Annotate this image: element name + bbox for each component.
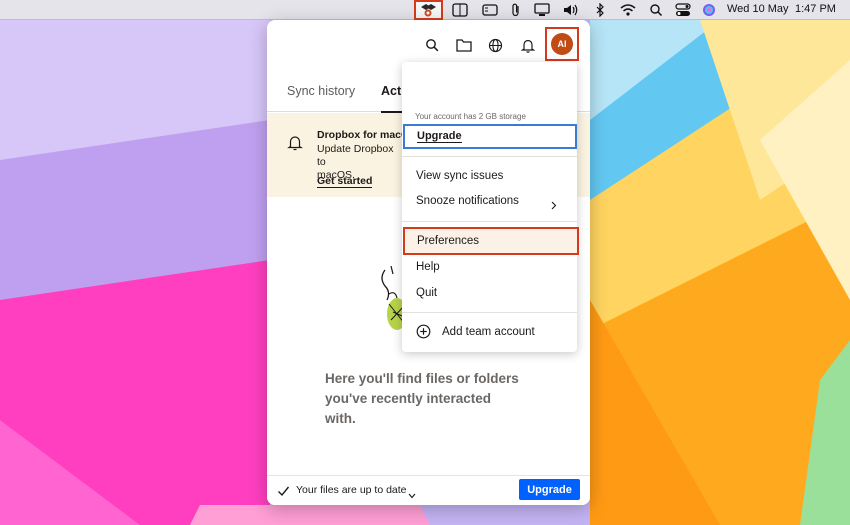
empty-state-line: you've recently interacted [325, 391, 492, 406]
menu-upgrade-button[interactable]: Upgrade [403, 124, 577, 149]
empty-state-text: Here you'll find files or folders you've… [325, 369, 525, 429]
empty-state-line: Here you'll find files or folders [325, 371, 519, 386]
wifi-icon[interactable] [619, 2, 637, 17]
display-icon[interactable] [451, 2, 469, 17]
quit-item[interactable]: Quit [416, 287, 437, 299]
sync-status[interactable]: Your files are up to date [296, 484, 407, 496]
snooze-notifications-item[interactable]: Snooze notifications [416, 195, 519, 207]
storage-info: Your account has 2 GB storage [415, 112, 526, 121]
menu-bar: Wed 10 May 1:47 PM [0, 0, 850, 20]
volume-icon[interactable] [562, 2, 582, 17]
chevron-right-icon [551, 197, 557, 215]
avatar: AI [551, 33, 573, 55]
menubar-date[interactable]: Wed 10 May [727, 3, 789, 15]
panel-footer: Your files are up to date Upgrade [267, 475, 590, 505]
paperclip-icon[interactable] [510, 2, 522, 17]
folder-icon[interactable] [454, 35, 474, 55]
search-icon[interactable] [422, 35, 442, 55]
chevron-down-icon[interactable] [408, 486, 416, 504]
banner-title: Dropbox for macC [317, 129, 409, 141]
view-sync-issues-item[interactable]: View sync issues [416, 170, 503, 182]
bell-icon[interactable] [518, 35, 538, 55]
help-item[interactable]: Help [416, 261, 440, 273]
bluetooth-icon[interactable] [594, 2, 606, 17]
plus-circle-icon [416, 324, 431, 344]
monitor-icon[interactable] [533, 2, 551, 17]
checkmark-icon [277, 484, 290, 502]
sidebar-icon[interactable] [481, 2, 499, 17]
upgrade-button[interactable]: Upgrade [519, 479, 580, 500]
control-center-icon[interactable] [674, 2, 692, 17]
bell-icon [287, 134, 303, 156]
globe-icon[interactable] [485, 35, 505, 55]
menubar-time[interactable]: 1:47 PM [795, 3, 836, 15]
account-avatar-button[interactable]: AI [545, 27, 579, 61]
preferences-item[interactable]: Preferences [403, 227, 579, 255]
get-started-link[interactable]: Get started [317, 175, 373, 188]
menu-divider [402, 312, 577, 313]
menu-divider [402, 156, 577, 157]
siri-icon[interactable] [701, 2, 717, 17]
account-menu: Your account has 2 GB storage Upgrade Vi… [402, 62, 579, 352]
search-icon[interactable] [648, 2, 664, 17]
banner-text-line: Update Dropbox to [317, 143, 394, 168]
empty-state-line: with. [325, 411, 356, 426]
menu-divider [402, 221, 577, 222]
dropbox-tray-icon[interactable] [414, 0, 443, 20]
add-team-account-item[interactable]: Add team account [442, 326, 535, 338]
tab-sync-history[interactable]: Sync history [287, 70, 355, 112]
menu-upgrade-label: Upgrade [417, 130, 462, 143]
